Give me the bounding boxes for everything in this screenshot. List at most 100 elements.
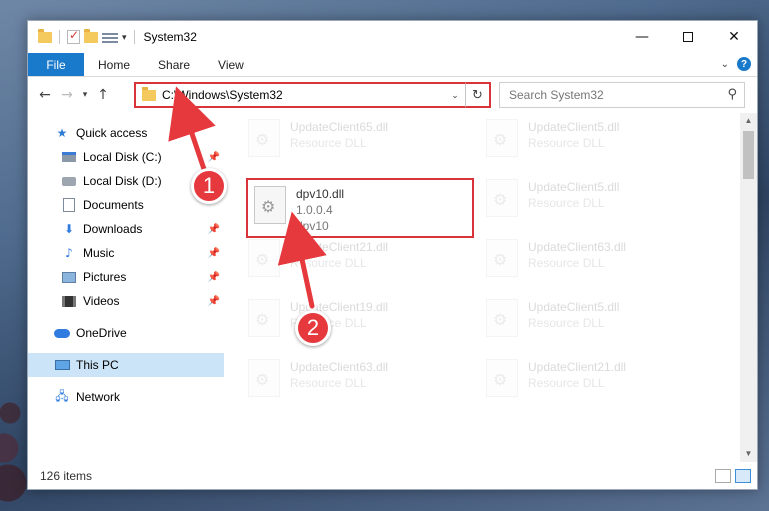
vertical-scrollbar[interactable]: ▲ ▼ <box>740 113 757 462</box>
file-item[interactable]: UpdateClient5.dll Resource DLL <box>486 119 716 171</box>
sidebar-item-label: Music <box>83 246 115 260</box>
file-explorer-window: ▾ System32 — ✕ File Home Share View ⌄ ? … <box>27 20 758 490</box>
file-description: Resource DLL <box>290 256 367 270</box>
file-name: dpv10.dll <box>296 187 345 201</box>
dll-file-icon <box>254 186 286 224</box>
dll-file-icon <box>486 179 518 217</box>
back-arrow-icon[interactable]: ← <box>34 87 56 103</box>
sidebar-item-onedrive[interactable]: OneDrive <box>28 321 224 345</box>
sidebar-item-label: Network <box>76 390 121 404</box>
computer-icon <box>54 358 70 372</box>
sidebar-item-label: Quick access <box>76 126 148 140</box>
address-dropdown-icon[interactable]: ⌄ <box>447 90 463 101</box>
refresh-button[interactable]: ↻ <box>465 82 491 108</box>
scroll-down-icon[interactable]: ▼ <box>740 446 757 462</box>
file-name: UpdateClient21.dll <box>528 360 627 374</box>
tiles-view-button[interactable] <box>735 468 751 483</box>
sidebar-item-quick-access[interactable]: ★ Quick access <box>28 121 224 145</box>
customize-toolbar-dropdown-icon[interactable]: ▾ <box>122 32 127 43</box>
address-bar[interactable]: C:\Windows\System32 ⌄ <box>134 82 491 108</box>
sidebar-item-this-pc[interactable]: This PC <box>28 353 224 377</box>
toolbar-divider <box>59 30 60 44</box>
sidebar-item-local-disk-c[interactable]: Local Disk (C:) 📌 <box>28 145 224 169</box>
download-icon: ⬇ <box>63 222 75 236</box>
dll-file-icon <box>248 239 280 277</box>
expand-ribbon-chevron-icon[interactable]: ⌄ <box>721 59 729 70</box>
navigation-pane: ★ Quick access Local Disk (C:) 📌 Local D… <box>28 113 224 462</box>
step-1-badge: 1 <box>191 168 227 204</box>
file-item[interactable]: UpdateClient21.dll Resource DLL <box>248 239 478 291</box>
view-options-icon[interactable] <box>102 31 118 43</box>
file-name: UpdateClient63.dll <box>290 360 389 374</box>
file-name: UpdateClient21.dll <box>290 240 389 254</box>
sidebar-item-videos[interactable]: Videos 📌 <box>28 289 224 313</box>
sidebar-item-downloads[interactable]: ⬇ Downloads 📌 <box>28 217 224 241</box>
recent-locations-dropdown-icon[interactable]: ▾ <box>78 90 92 100</box>
pin-icon[interactable]: 📌 <box>208 152 220 163</box>
tab-home[interactable]: Home <box>84 53 144 76</box>
pin-icon[interactable]: 📌 <box>208 296 220 307</box>
cloud-icon <box>54 326 70 340</box>
details-view-button[interactable] <box>715 468 731 483</box>
file-item[interactable]: UpdateClient5.dll Resource DLL <box>486 299 716 351</box>
sidebar-item-label: Documents <box>83 198 144 212</box>
close-button[interactable]: ✕ <box>711 21 757 53</box>
tab-share[interactable]: Share <box>144 53 204 76</box>
dll-file-icon <box>248 119 280 157</box>
file-name: UpdateClient5.dll <box>528 180 620 194</box>
pin-icon[interactable]: 📌 <box>208 248 220 259</box>
maximize-button[interactable] <box>665 21 711 53</box>
file-item[interactable]: UpdateClient65.dll Resource DLL <box>248 119 478 171</box>
file-description: Resource DLL <box>290 376 367 390</box>
music-icon: ♪ <box>65 246 73 260</box>
file-item[interactable]: UpdateClient63.dll Resource DLL <box>486 239 716 291</box>
dll-file-icon <box>248 299 280 337</box>
file-name: UpdateClient63.dll <box>528 240 627 254</box>
pin-icon[interactable]: 📌 <box>208 272 220 283</box>
help-icon[interactable]: ? <box>737 57 751 71</box>
file-item[interactable]: UpdateClient21.dll Resource DLL <box>486 359 716 411</box>
window-title: System32 <box>143 30 197 44</box>
view-toggle <box>715 468 751 483</box>
toolbar-divider <box>133 30 135 44</box>
search-placeholder: Search System32 <box>509 88 604 102</box>
up-arrow-icon[interactable]: ↑ <box>92 87 114 103</box>
file-description: Resource DLL <box>528 376 605 390</box>
highlighted-file-item[interactable]: dpv10.dll 1.0.0.4 dpv10 <box>246 178 474 238</box>
new-folder-icon[interactable] <box>84 28 98 43</box>
dll-file-icon <box>248 359 280 397</box>
ribbon-tabs: File Home Share View ⌄ ? <box>28 53 757 77</box>
tab-file[interactable]: File <box>28 53 84 76</box>
file-description: dpv10 <box>296 219 329 233</box>
properties-check-icon[interactable] <box>67 28 80 44</box>
sidebar-item-label: Local Disk (D:) <box>83 174 162 188</box>
address-path[interactable]: C:\Windows\System32 <box>162 88 447 102</box>
dll-file-icon <box>486 359 518 397</box>
sidebar-item-pictures[interactable]: Pictures 📌 <box>28 265 224 289</box>
tab-view[interactable]: View <box>204 53 258 76</box>
sidebar-item-network[interactable]: 🖧 Network <box>28 385 224 409</box>
videos-icon <box>61 294 77 308</box>
quick-access-toolbar: ▾ <box>28 28 138 44</box>
dll-file-icon <box>486 299 518 337</box>
drive-icon <box>61 150 77 164</box>
forward-arrow-icon[interactable]: → <box>56 87 78 103</box>
search-input[interactable]: Search System32 ⚲ <box>499 82 745 108</box>
scroll-up-icon[interactable]: ▲ <box>740 113 757 129</box>
sidebar-item-music[interactable]: ♪ Music 📌 <box>28 241 224 265</box>
title-bar: ▾ System32 — ✕ <box>28 21 757 53</box>
file-item[interactable]: UpdateClient5.dll Resource DLL <box>486 179 716 231</box>
document-icon <box>61 198 77 212</box>
file-description: Resource DLL <box>528 256 605 270</box>
file-item[interactable]: UpdateClient19.dllResource DLL <box>248 299 478 351</box>
file-description: Resource DLL <box>290 136 367 150</box>
search-icon[interactable]: ⚲ <box>727 87 737 102</box>
scroll-thumb[interactable] <box>743 131 754 179</box>
file-item[interactable]: UpdateClient63.dll Resource DLL <box>248 359 478 411</box>
pin-icon[interactable]: 📌 <box>208 224 220 235</box>
step-2-badge: 2 <box>295 310 331 346</box>
minimize-button[interactable]: — <box>619 21 665 53</box>
ribbon-right-controls: ⌄ ? <box>721 57 751 71</box>
star-icon: ★ <box>56 126 68 140</box>
file-name: UpdateClient5.dll <box>528 300 620 314</box>
